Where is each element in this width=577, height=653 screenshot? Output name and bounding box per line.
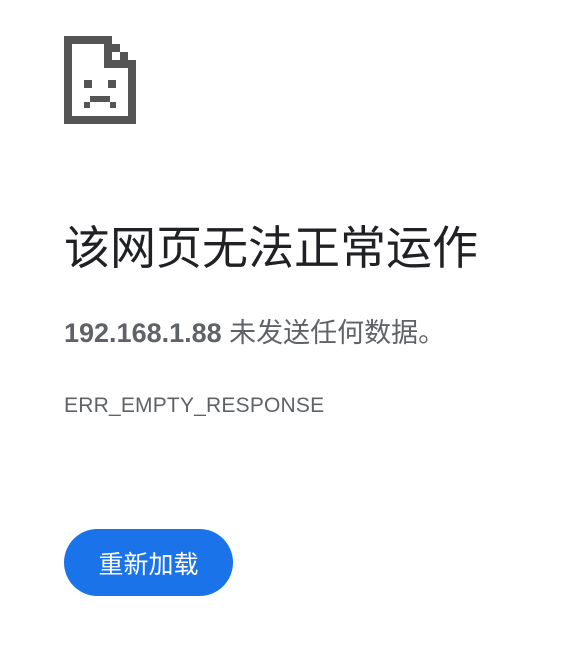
error-summary: 192.168.1.88 未发送任何数据。 bbox=[64, 313, 445, 353]
host-address: 192.168.1.88 bbox=[64, 318, 222, 348]
page-title: 该网页无法正常运作 bbox=[64, 222, 478, 274]
sad-page-icon bbox=[64, 36, 136, 124]
error-message: 未发送任何数据。 bbox=[221, 318, 446, 348]
error-code: ERR_EMPTY_RESPONSE bbox=[64, 394, 325, 417]
reload-button[interactable]: 重新加载 bbox=[64, 529, 233, 596]
